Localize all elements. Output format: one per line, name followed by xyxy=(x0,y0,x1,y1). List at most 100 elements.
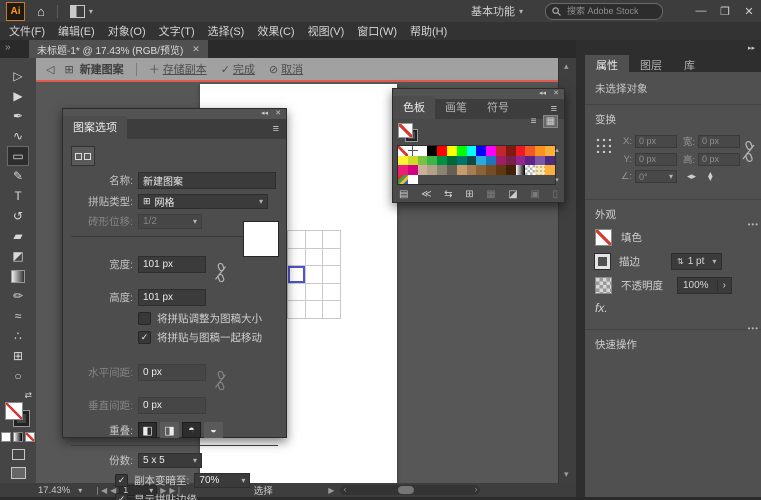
swatch[interactable] xyxy=(506,156,516,166)
drawing-modes-icon[interactable] xyxy=(12,449,25,460)
link-size-icon[interactable] xyxy=(214,262,227,284)
swatch[interactable] xyxy=(437,156,447,166)
swatch[interactable] xyxy=(516,165,526,175)
height-input[interactable] xyxy=(138,289,206,306)
name-input[interactable] xyxy=(138,172,276,189)
scroll-down-icon[interactable]: ▾ xyxy=(553,176,561,184)
swatch[interactable] xyxy=(476,156,486,166)
menu-item[interactable]: 帮助(H) xyxy=(410,23,447,39)
new-color-group-icon[interactable]: ⊞ xyxy=(465,189,473,200)
panel-menu-icon[interactable]: ≡ xyxy=(551,103,557,115)
list-view-icon[interactable]: ≡ xyxy=(526,115,541,128)
fill-color-chip[interactable] xyxy=(595,229,612,246)
reference-point-icon[interactable] xyxy=(595,137,611,153)
arrange-documents-icon[interactable] xyxy=(70,5,85,18)
swatch[interactable] xyxy=(486,146,496,156)
none-button[interactable] xyxy=(25,432,35,442)
menu-item[interactable]: 文件(F) xyxy=(9,23,45,39)
scroll-up-icon[interactable]: ▴ xyxy=(564,61,569,72)
swatch[interactable] xyxy=(447,146,457,156)
tab-layers[interactable]: 图层 xyxy=(629,55,673,72)
flip-vertical-icon[interactable]: ◂▸ xyxy=(705,172,716,181)
swatch[interactable] xyxy=(427,156,437,166)
menu-item[interactable]: 选择(S) xyxy=(208,23,245,39)
y-field[interactable]: 0 px xyxy=(635,153,677,166)
workspace-switcher[interactable]: 基本功能 ▾ xyxy=(471,3,523,19)
collapse-panel-icon[interactable]: ◂◂ xyxy=(261,109,268,119)
width-field[interactable]: 0 px xyxy=(698,135,740,148)
expand-icon[interactable]: › xyxy=(718,280,731,291)
swatch[interactable] xyxy=(437,165,447,175)
transform-more-icon[interactable]: ••• xyxy=(748,220,759,229)
swatch[interactable] xyxy=(398,156,408,166)
swatch[interactable] xyxy=(427,146,437,156)
stepper-icon[interactable]: ⇅ xyxy=(677,257,684,266)
scroll-left-icon[interactable]: ‹ xyxy=(343,484,346,494)
swatch[interactable] xyxy=(408,156,418,166)
swatch[interactable] xyxy=(427,165,437,175)
swatch[interactable] xyxy=(476,165,486,175)
close-button[interactable]: ✕ xyxy=(737,0,761,22)
symbol-sprayer-tool[interactable]: ∴ xyxy=(7,326,29,346)
swatch[interactable] xyxy=(535,165,545,175)
swatch-options-icon[interactable]: ⇆ xyxy=(444,189,452,200)
swatch[interactable] xyxy=(408,175,418,185)
x-field[interactable]: 0 px xyxy=(635,135,677,148)
search-input[interactable] xyxy=(565,5,649,17)
maximize-button[interactable]: ❐ xyxy=(713,0,737,22)
fill-proxy[interactable] xyxy=(398,123,413,138)
swatch[interactable] xyxy=(476,146,486,156)
menu-item[interactable]: 窗口(W) xyxy=(357,23,397,39)
opacity-chip[interactable] xyxy=(595,277,612,294)
rotate-tool[interactable]: ↺ xyxy=(7,206,29,226)
dim-copies-dropdown[interactable]: 70% ▾ xyxy=(194,473,250,488)
paintbrush-tool[interactable]: ✎ xyxy=(7,166,29,186)
angle-field[interactable]: 0° ▾ xyxy=(635,170,677,183)
swatch[interactable] xyxy=(408,165,418,175)
swatch[interactable] xyxy=(447,156,457,166)
tab-overflow-icon[interactable]: » xyxy=(5,42,11,53)
cancel-button[interactable]: ⊘ 取消 xyxy=(269,61,303,77)
swatch[interactable] xyxy=(525,146,535,156)
tab-brushes[interactable]: 画笔 xyxy=(435,96,477,119)
opacity-control[interactable]: 100% › xyxy=(677,277,732,294)
swatch[interactable] xyxy=(496,156,506,166)
dim-copies-checkbox[interactable] xyxy=(115,474,128,487)
swatch[interactable] xyxy=(496,146,506,156)
direct-selection-tool[interactable]: ▶ xyxy=(7,86,29,106)
pattern-tile-tool-button[interactable] xyxy=(71,146,95,166)
size-tile-to-art-checkbox[interactable] xyxy=(138,312,151,325)
swatch[interactable] xyxy=(516,156,526,166)
status-menu-icon[interactable]: ▶ xyxy=(328,486,334,495)
stroke-color-chip[interactable] xyxy=(595,254,610,269)
show-tile-edge-checkbox[interactable] xyxy=(115,493,128,500)
close-tab-icon[interactable]: ✕ xyxy=(192,44,200,55)
swatch[interactable] xyxy=(418,165,428,175)
menu-item[interactable]: 对象(O) xyxy=(108,23,146,39)
folder-icon[interactable]: ◪ xyxy=(508,189,517,200)
stock-search[interactable] xyxy=(545,3,663,20)
minimize-button[interactable]: — xyxy=(689,0,713,22)
toolbar-grip[interactable] xyxy=(7,58,29,66)
swatch[interactable] xyxy=(447,165,457,175)
swatch[interactable] xyxy=(506,146,516,156)
copies-dropdown[interactable]: 5 x 5 ▾ xyxy=(138,453,202,468)
scroll-up-icon[interactable]: ▴ xyxy=(553,146,561,154)
close-panel-icon[interactable]: ✕ xyxy=(553,89,559,99)
screen-mode-icon[interactable] xyxy=(11,467,26,479)
type-tool[interactable]: T xyxy=(7,186,29,206)
selection-tool[interactable]: ▷ xyxy=(7,66,29,86)
swatch[interactable] xyxy=(408,146,418,156)
collapse-panel-icon[interactable]: ◂◂ xyxy=(539,89,546,99)
menu-item[interactable]: 文字(T) xyxy=(159,23,195,39)
swatch[interactable] xyxy=(398,165,408,175)
overlap-bottom-in-front[interactable]: ◒ xyxy=(204,422,223,438)
scrollbar-thumb[interactable] xyxy=(398,486,414,494)
tab-swatches[interactable]: 色板 xyxy=(393,96,435,119)
swatch-libraries-icon[interactable]: ▤ xyxy=(399,189,408,200)
swatch[interactable] xyxy=(398,146,408,156)
stroke-width-control[interactable]: ⇅ 1 pt ▾ xyxy=(671,253,722,270)
tab-symbols[interactable]: 符号 xyxy=(477,96,519,119)
tile-type-dropdown[interactable]: ⊞ 网格 ▾ xyxy=(138,194,268,209)
exit-pattern-mode-icon[interactable]: ◁ xyxy=(46,63,54,76)
